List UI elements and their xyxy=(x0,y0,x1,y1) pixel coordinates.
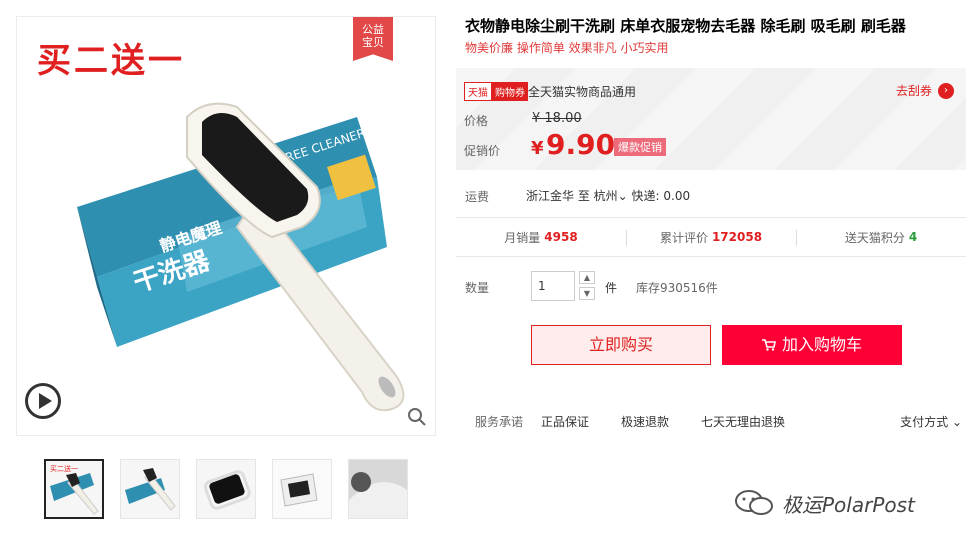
service-label: 服务承诺 xyxy=(475,415,524,429)
product-illustration: 静电魔理 干洗器 REE CLEANER xyxy=(77,102,405,412)
service-7day-return[interactable]: 七天无理由退换 xyxy=(701,413,785,430)
chevron-down-icon: ⌄ xyxy=(951,415,962,429)
stat-points-value: 4 xyxy=(908,230,918,244)
charity-badge-line2: 宝贝 xyxy=(362,36,384,49)
promo-price-label: 促销价 xyxy=(464,144,501,158)
shipping-label: 运费 xyxy=(465,190,490,204)
stat-reviews-label: 累计评价 xyxy=(659,230,708,245)
coupon-tag-tmall: 天猫 xyxy=(464,82,492,101)
service-promises: 服务承诺 正品保证 极速退款 七天无理由退换 xyxy=(475,413,817,430)
payment-methods[interactable]: 支付方式 ⌄ xyxy=(900,413,962,430)
stat-monthly-sales-value: 4958 xyxy=(544,230,578,244)
original-price: ¥ 18.00 xyxy=(532,111,582,126)
add-to-cart-button[interactable]: 加入购物车 xyxy=(722,325,902,365)
shipping-value[interactable]: 浙江金华 至 杭州⌄ 快递: 0.00 xyxy=(526,187,690,204)
thumbnail-strip: 买二送一 xyxy=(44,459,408,519)
sale-price: 9.90 xyxy=(546,128,616,161)
play-video-button[interactable] xyxy=(25,383,61,419)
shipping-express: 快递: 0.00 xyxy=(631,189,691,203)
stat-reviews-value: 172058 xyxy=(711,230,763,244)
cart-icon xyxy=(761,339,776,351)
price-box: 天猫 购物券 全天猫实物商品通用 去刮券 › 价格 ¥ 18.00 促销价 ¥ … xyxy=(456,68,966,170)
thumbnail-4[interactable] xyxy=(272,459,332,519)
product-subtitle: 物美价廉 操作简单 效果非凡 小巧实用 xyxy=(465,41,669,55)
zoom-icon[interactable] xyxy=(407,407,427,427)
wechat-icon xyxy=(735,490,773,515)
payment-label: 支付方式 xyxy=(900,415,949,429)
stat-points: 送天猫积分 4 xyxy=(796,218,966,256)
thumbnail-5[interactable] xyxy=(348,459,408,519)
quantity-input[interactable]: 1 xyxy=(531,271,575,301)
shipping-route: 浙江金华 至 杭州 xyxy=(526,189,618,203)
stat-points-label: 送天猫积分 xyxy=(844,230,905,245)
charity-badge: 公益 宝贝 xyxy=(353,17,393,61)
chevron-down-icon: ⌄ xyxy=(617,189,628,203)
watermark: 极运PolarPost xyxy=(734,488,915,518)
buy-now-button[interactable]: 立即购买 xyxy=(531,325,711,365)
thumbnail-1-promo: 买二送一 xyxy=(50,464,78,473)
thumbnail-2[interactable] xyxy=(120,459,180,519)
service-fast-refund[interactable]: 极速退款 xyxy=(621,413,669,430)
product-title: 衣物静电除尘刷干洗刷 床单衣服宠物去毛器 除毛刷 吸毛刷 刷毛器 xyxy=(465,17,906,35)
sale-tag: 爆款促销 xyxy=(614,138,666,156)
main-product-image[interactable]: 买二送一 公益 宝贝 静电魔理 干洗器 REE CLEANER xyxy=(16,16,436,436)
quantity-decrease-button[interactable]: ▼ xyxy=(579,287,595,300)
stat-monthly-sales-label: 月销量 xyxy=(504,230,541,245)
stock-count: 库存930516件 xyxy=(636,281,718,295)
thumbnail-1[interactable]: 买二送一 xyxy=(44,459,104,519)
charity-badge-line1: 公益 xyxy=(362,23,384,36)
stat-monthly-sales: 月销量 4958 xyxy=(456,218,626,256)
promo-text: 买二送一 xyxy=(37,41,185,81)
coupon-tag-voucher: 购物券 xyxy=(492,82,528,101)
quantity-unit: 件 xyxy=(605,281,618,295)
thumbnail-3[interactable] xyxy=(196,459,256,519)
watermark-text: 极运PolarPost xyxy=(782,492,915,517)
stats-bar: 月销量 4958 累计评价 172058 送天猫积分 4 xyxy=(456,217,966,257)
stat-reviews[interactable]: 累计评价 172058 xyxy=(626,218,796,256)
coupon-description: 全天猫实物商品通用 xyxy=(528,85,637,99)
quantity-increase-button[interactable]: ▲ xyxy=(579,271,595,284)
price-label: 价格 xyxy=(464,114,489,128)
service-genuine[interactable]: 正品保证 xyxy=(541,413,589,430)
get-coupon-link[interactable]: 去刮券 › xyxy=(896,82,954,99)
coupon-tag: 天猫 购物券 xyxy=(464,82,528,101)
get-coupon-label: 去刮券 xyxy=(895,84,932,98)
add-to-cart-label: 加入购物车 xyxy=(781,335,862,354)
sale-currency: ¥ xyxy=(531,138,544,159)
chevron-right-icon: › xyxy=(938,82,954,99)
quantity-label: 数量 xyxy=(465,281,490,295)
